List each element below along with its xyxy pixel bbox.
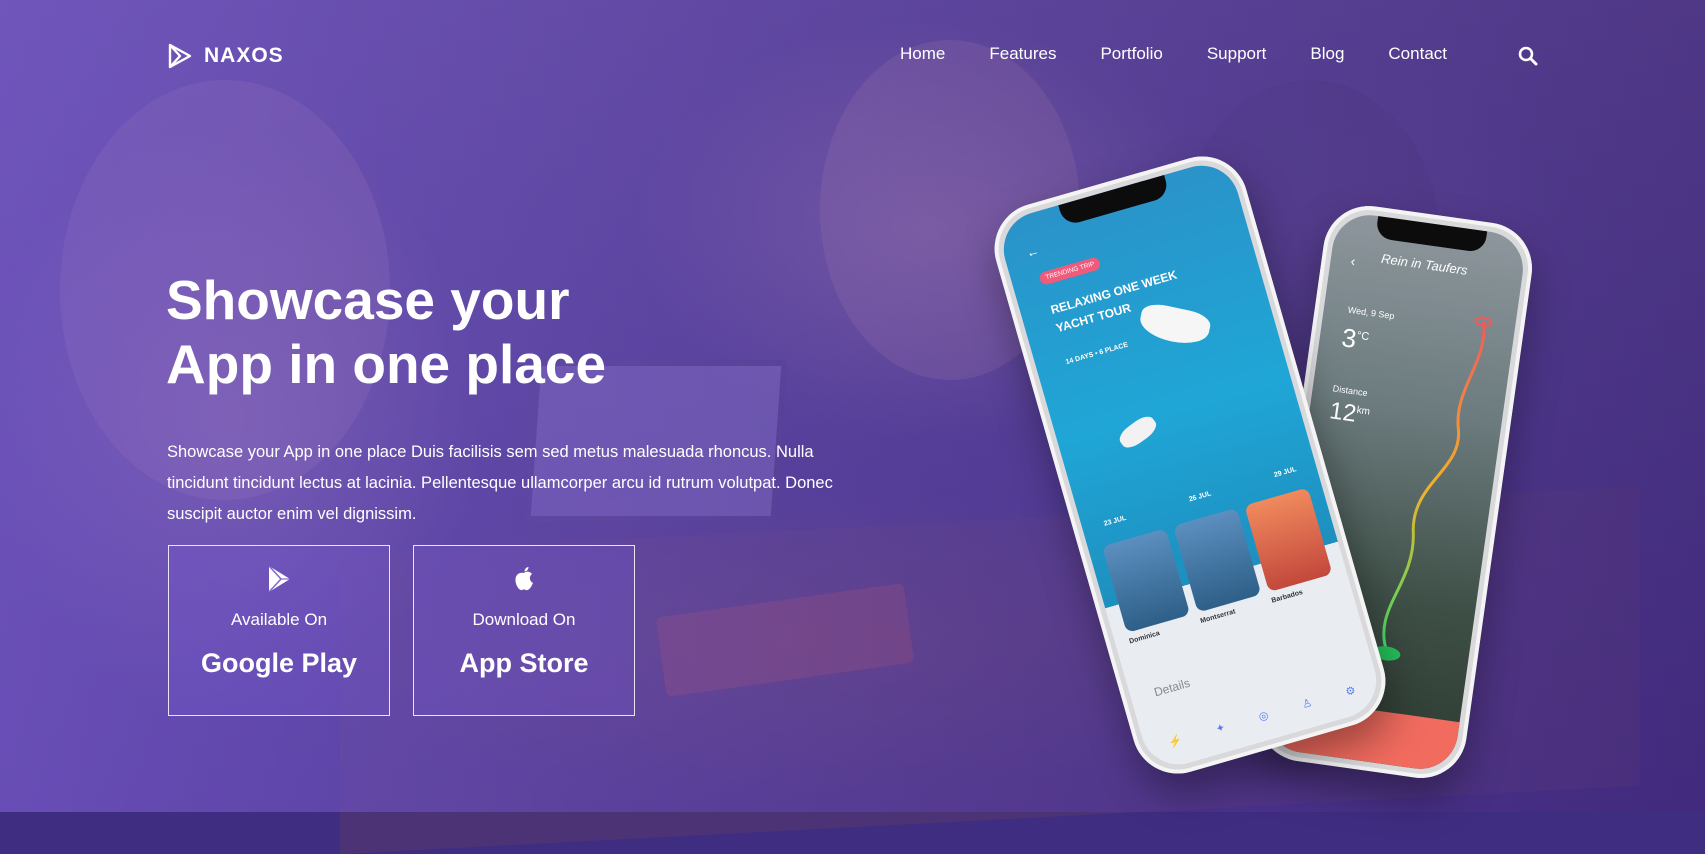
destination-card[interactable] bbox=[1244, 487, 1333, 593]
hero-lead-text: Showcase your App in one place Duis faci… bbox=[167, 443, 833, 523]
google-play-small-label: Available On bbox=[230, 610, 328, 629]
main-menu: Home Features Portfolio Support Blog Con… bbox=[900, 44, 1447, 64]
navbar: NAXOS Home Features Portfolio Support Bl… bbox=[0, 0, 1705, 110]
details-label: Details bbox=[1152, 675, 1192, 700]
apple-icon bbox=[515, 567, 533, 591]
brand-name: NAXOS bbox=[204, 44, 284, 67]
nav-portfolio[interactable]: Portfolio bbox=[1100, 44, 1162, 64]
back-arrow-icon: ← bbox=[1024, 242, 1041, 261]
hero-headline: Showcase your App in one place bbox=[166, 268, 726, 396]
destination-card[interactable] bbox=[1173, 507, 1262, 613]
tab-icon: ⚡ bbox=[1167, 734, 1184, 750]
trip-date: 26 JUL bbox=[1188, 490, 1213, 504]
route-temperature: 3°C bbox=[1339, 322, 1370, 354]
destination-card[interactable] bbox=[1102, 528, 1191, 633]
destination-cards bbox=[1102, 487, 1333, 633]
yacht-image bbox=[1136, 300, 1213, 349]
headline-line-2: App in one place bbox=[166, 333, 607, 395]
google-play-icon bbox=[268, 565, 290, 593]
trip-date: 23 JUL bbox=[1103, 514, 1128, 528]
search-icon[interactable] bbox=[1518, 46, 1538, 66]
trending-badge: TRENDING TRIP bbox=[1038, 256, 1102, 286]
logo-mark-icon bbox=[168, 43, 192, 69]
app-store-button[interactable]: Download On App Store bbox=[413, 545, 635, 716]
nav-features[interactable]: Features bbox=[989, 44, 1056, 64]
boat-image bbox=[1115, 412, 1160, 452]
trip-date: 29 JUL bbox=[1273, 465, 1298, 480]
nav-home[interactable]: Home bbox=[900, 44, 945, 64]
tab-icon: ♙ bbox=[1300, 696, 1314, 712]
headline-line-1: Showcase your bbox=[166, 269, 570, 331]
nav-support[interactable]: Support bbox=[1207, 44, 1267, 64]
google-play-big-label: Google Play bbox=[200, 648, 358, 678]
route-title: Rein in Taufers bbox=[1380, 250, 1469, 278]
phone-notch bbox=[1375, 215, 1488, 254]
tab-icon: ✦ bbox=[1214, 721, 1227, 736]
nav-contact[interactable]: Contact bbox=[1388, 44, 1447, 64]
tab-icon: ◎ bbox=[1257, 709, 1270, 724]
tab-icon: ⚙ bbox=[1344, 684, 1358, 699]
trip-subtitle: 14 DAYS • 6 PLACE bbox=[1065, 341, 1129, 367]
brand-logo[interactable]: NAXOS bbox=[166, 42, 284, 70]
app-store-small-label: Download On bbox=[472, 610, 576, 629]
app-store-big-label: App Store bbox=[459, 648, 589, 678]
nav-blog[interactable]: Blog bbox=[1310, 44, 1344, 64]
back-arrow-icon: ‹ bbox=[1349, 252, 1357, 270]
google-play-button[interactable]: Available On Google Play bbox=[168, 545, 390, 716]
